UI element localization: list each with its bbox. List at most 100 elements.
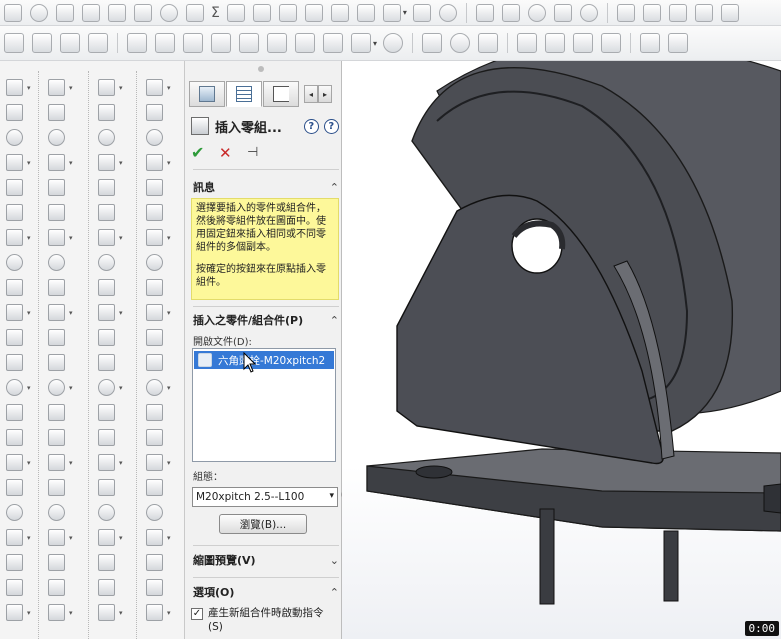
chevron-down-icon[interactable]: ▾ xyxy=(373,39,377,48)
tab-configuration[interactable] xyxy=(263,81,299,107)
bill-of-materials-icon[interactable] xyxy=(356,3,375,22)
move-icon[interactable] xyxy=(48,529,65,546)
sketch-icon[interactable] xyxy=(56,3,74,22)
copy-icon[interactable] xyxy=(146,554,163,571)
rectangle-icon[interactable] xyxy=(48,104,65,121)
scale-icon[interactable] xyxy=(48,579,65,596)
hem-icon[interactable] xyxy=(239,33,259,53)
chevron-down-icon[interactable]: ⌄ xyxy=(330,554,339,567)
chevron-down-icon[interactable]: ▾ xyxy=(27,609,31,617)
arc-icon[interactable] xyxy=(48,129,65,146)
move-component-icon[interactable] xyxy=(226,3,245,22)
fillet-icon[interactable] xyxy=(6,329,23,346)
chevron-down-icon[interactable]: ▾ xyxy=(119,609,123,617)
rotate-component-icon[interactable] xyxy=(501,3,520,22)
offset-icon[interactable] xyxy=(146,379,163,396)
trim-extend-icon[interactable] xyxy=(573,33,594,53)
chevron-down-icon[interactable]: ▾ xyxy=(119,159,123,167)
insert-section-header[interactable]: 插入之零件/組合件(P) ⌃ xyxy=(193,311,339,329)
assembly-features-icon[interactable] xyxy=(278,3,297,22)
exploded-view-icon[interactable] xyxy=(382,3,401,22)
trim-icon[interactable] xyxy=(6,429,23,446)
chevron-down-icon[interactable]: ▾ xyxy=(69,459,73,467)
chamfer-icon[interactable] xyxy=(6,354,23,371)
smart-fasteners-icon[interactable] xyxy=(475,3,494,22)
circle-icon[interactable] xyxy=(98,179,115,196)
centerline-icon[interactable] xyxy=(98,279,115,296)
pipe-icon[interactable] xyxy=(88,33,108,53)
chevron-down-icon[interactable]: ▾ xyxy=(27,309,31,317)
centerline-icon[interactable] xyxy=(146,279,163,296)
chevron-down-icon[interactable]: ▾ xyxy=(27,384,31,392)
gusset-icon[interactable] xyxy=(640,33,661,53)
offset-icon[interactable] xyxy=(6,379,23,396)
chevron-down-icon[interactable]: ▾ xyxy=(69,384,73,392)
corner-icon[interactable] xyxy=(60,33,80,53)
edge-flange-icon[interactable] xyxy=(183,33,203,53)
sheet-metal-icon[interactable] xyxy=(127,33,147,53)
pattern-icon[interactable] xyxy=(48,504,65,521)
chevron-up-icon[interactable]: ⌃ xyxy=(330,314,339,327)
end-cap-icon[interactable] xyxy=(601,33,622,53)
chevron-down-icon[interactable]: ▾ xyxy=(69,609,73,617)
grid-icon[interactable] xyxy=(668,3,687,22)
chevron-down-icon[interactable]: ▾ xyxy=(27,234,31,242)
chevron-down-icon[interactable]: ▾ xyxy=(69,84,73,92)
chevron-down-icon[interactable]: ▾ xyxy=(167,234,171,242)
fillet-icon[interactable] xyxy=(146,329,163,346)
magnet-icon[interactable] xyxy=(4,33,24,53)
weldment-icon[interactable] xyxy=(517,33,538,53)
3d-sketch-icon[interactable] xyxy=(82,3,100,22)
chevron-up-icon[interactable]: ⌃ xyxy=(330,181,339,194)
ok-button[interactable]: ✔ xyxy=(191,143,211,162)
arc-icon[interactable] xyxy=(146,129,163,146)
mirror-icon[interactable] xyxy=(6,404,23,421)
edit-component-icon[interactable] xyxy=(108,3,126,22)
move-icon[interactable] xyxy=(6,529,23,546)
check-icon[interactable] xyxy=(527,3,546,22)
scale-icon[interactable] xyxy=(98,579,115,596)
pattern-icon[interactable] xyxy=(6,504,23,521)
circle-icon[interactable] xyxy=(48,179,65,196)
line-icon[interactable] xyxy=(48,79,65,96)
chevron-down-icon[interactable]: ▾ xyxy=(69,534,73,542)
text-icon[interactable] xyxy=(146,304,163,321)
circle-icon[interactable] xyxy=(6,179,23,196)
polygon-icon[interactable] xyxy=(98,204,115,221)
graphics-viewport[interactable] xyxy=(342,61,781,639)
tab-feature-tree[interactable] xyxy=(226,81,262,107)
browse-button[interactable]: 瀏覽(B)... xyxy=(219,514,307,534)
options-section-header[interactable]: 選項(O) ⌃ xyxy=(193,583,339,601)
flat-pattern-icon[interactable] xyxy=(422,33,443,53)
polygon-icon[interactable] xyxy=(146,204,163,221)
mirror-icon[interactable] xyxy=(48,404,65,421)
insert-component-icon[interactable] xyxy=(134,3,152,22)
structural-member-icon[interactable] xyxy=(545,33,566,53)
base-flange-icon[interactable] xyxy=(155,33,175,53)
umbrella-icon[interactable] xyxy=(383,33,404,53)
trim-icon[interactable] xyxy=(98,429,115,446)
spline-icon[interactable] xyxy=(6,154,23,171)
polygon-icon[interactable] xyxy=(6,204,23,221)
chevron-down-icon[interactable]: ▾ xyxy=(167,309,171,317)
chevron-up-icon[interactable]: ⌃ xyxy=(330,586,339,599)
open-documents-list[interactable]: 六角頭栓-M20xpitch2 xyxy=(192,348,336,462)
keep-visible-pin-button[interactable]: ⊣ xyxy=(247,145,267,160)
miter-flange-icon[interactable] xyxy=(211,33,231,53)
rectangle-icon[interactable] xyxy=(146,104,163,121)
thumbnail-section-header[interactable]: 縮圖預覽(V) ⌄ xyxy=(193,551,339,569)
chevron-down-icon[interactable]: ▾ xyxy=(27,459,31,467)
closed-corner-icon[interactable] xyxy=(323,33,343,53)
convert-icon[interactable] xyxy=(146,479,163,496)
chevron-down-icon[interactable]: ▾ xyxy=(69,159,73,167)
polygon-icon[interactable] xyxy=(48,204,65,221)
box-icon[interactable] xyxy=(32,33,52,53)
fillet-icon[interactable] xyxy=(48,329,65,346)
mirror-icon[interactable] xyxy=(98,404,115,421)
circle-icon[interactable] xyxy=(146,179,163,196)
unfold-icon[interactable] xyxy=(351,33,371,53)
chevron-down-icon[interactable]: ▾ xyxy=(69,234,73,242)
slot-icon[interactable] xyxy=(48,229,65,246)
spline-icon[interactable] xyxy=(98,154,115,171)
rip-icon[interactable] xyxy=(478,33,499,53)
